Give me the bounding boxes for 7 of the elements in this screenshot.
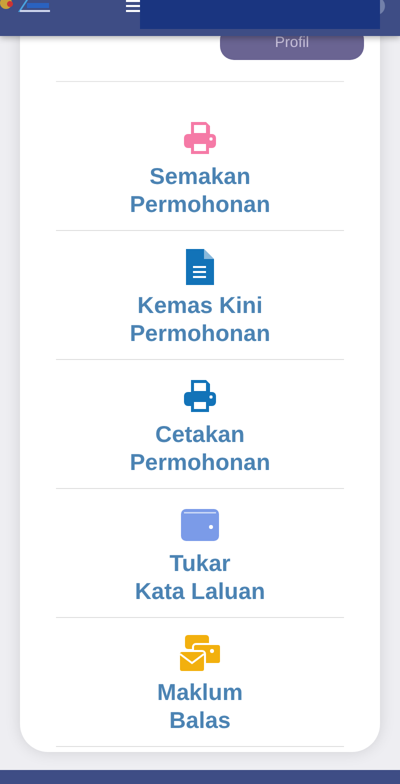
- menu-link[interactable]: Semakan Permohonan: [130, 162, 270, 218]
- menu-icon[interactable]: [126, 0, 140, 14]
- logo-icon: [0, 0, 52, 14]
- menu-link[interactable]: Tukar Kata Laluan: [134, 549, 266, 605]
- menu-link[interactable]: Cetakan Permohonan: [130, 420, 270, 476]
- menu-link[interactable]: Kemas Kini Permohonan: [130, 291, 270, 347]
- menu-link[interactable]: Maklum Balas: [157, 678, 243, 734]
